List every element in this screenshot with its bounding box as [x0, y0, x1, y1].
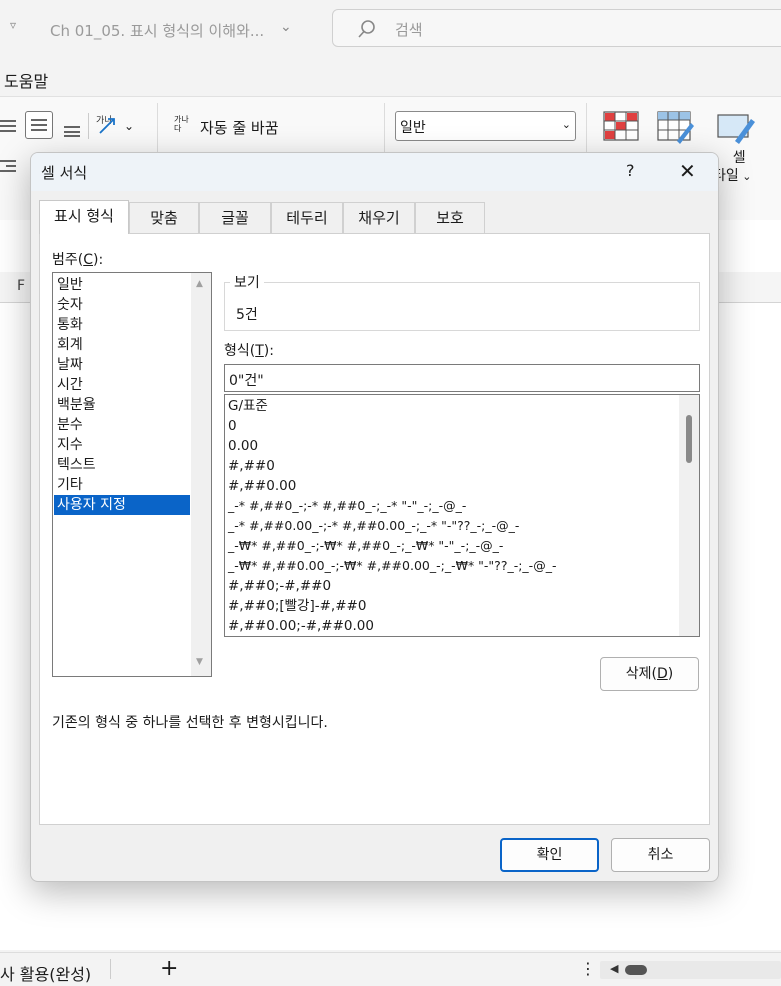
scroll-left-icon[interactable]: ◀: [610, 962, 618, 975]
align-middle-button[interactable]: [25, 111, 53, 139]
format-label-text: 형식(: [224, 343, 256, 359]
close-button[interactable]: ✕: [679, 159, 696, 183]
format-type-value: 0"건": [229, 373, 264, 389]
format-cells-dialog: 셀 서식 ? ✕ 표시 형식 맞춤 글꼴 테두리 채우기 보호 범주(C): 일…: [30, 152, 719, 882]
category-scrollbar[interactable]: ▲ ▼: [191, 273, 211, 676]
ok-button[interactable]: 확인: [500, 838, 599, 872]
scrollbar-thumb[interactable]: [625, 965, 647, 975]
search-input[interactable]: 검색: [332, 9, 781, 47]
search-placeholder: 검색: [395, 21, 423, 39]
chevron-down-icon: ⌄: [561, 118, 571, 131]
search-icon: [357, 19, 377, 43]
dialog-title-bar[interactable]: 셀 서식 ? ✕: [31, 153, 718, 191]
category-item[interactable]: 분수: [54, 415, 190, 435]
format-list-item[interactable]: _-₩* #,##0.00_-;-₩* #,##0.00_-;_-₩* "-"?…: [228, 556, 556, 576]
category-item[interactable]: 통화: [54, 315, 190, 335]
add-sheet-button[interactable]: +: [160, 956, 178, 981]
scrollbar-thumb[interactable]: [686, 415, 692, 463]
wrap-text-icon[interactable]: 가나다: [174, 115, 190, 133]
category-label-end: ):: [93, 252, 104, 268]
tab-number[interactable]: 표시 형식: [39, 200, 129, 234]
tab-font[interactable]: 글꼴: [199, 202, 271, 233]
category-label-key: C: [83, 252, 94, 268]
category-item[interactable]: 시간: [54, 375, 190, 395]
category-item[interactable]: 지수: [54, 435, 190, 455]
more-options-icon[interactable]: ⋮: [580, 959, 596, 978]
document-title[interactable]: Ch 01_05. 표시 형식의 이해와...: [50, 20, 264, 41]
category-item[interactable]: 일반: [54, 275, 190, 295]
wrap-text-icon-text: 가나다: [174, 115, 189, 133]
category-list[interactable]: 일반 숫자 통화 회계 날짜 시간 백분율 분수 지수 텍스트 기타 사용자 지…: [52, 272, 212, 677]
quick-access-dropdown-icon[interactable]: ▿: [10, 18, 16, 32]
align-left-icon[interactable]: [0, 117, 18, 139]
number-format-select[interactable]: 일반 ⌄: [395, 111, 576, 141]
format-as-table-icon[interactable]: [657, 111, 695, 149]
sheet-tab[interactable]: 사 활용(완성): [0, 961, 91, 985]
delete-label-end: ): [667, 666, 674, 682]
format-list-item[interactable]: _-* #,##0.00_-;-* #,##0.00_-;_-* "-"??_-…: [228, 516, 519, 536]
preview-value: 5건: [236, 307, 258, 323]
format-label-key: T: [255, 343, 264, 359]
dialog-title: 셀 서식: [41, 164, 88, 182]
tab-border[interactable]: 테두리: [271, 202, 343, 233]
help-button[interactable]: ?: [626, 161, 635, 180]
category-label-text: 범주(: [52, 252, 84, 268]
number-format-value: 일반: [400, 120, 426, 136]
format-list-item[interactable]: #,##0;[빨강]-#,##0: [228, 596, 366, 616]
format-list-item[interactable]: _-* #,##0_-;-* #,##0_-;_-* "-"_-;_-@_-: [228, 496, 466, 516]
chevron-down-icon: ⌄: [738, 170, 752, 183]
ribbon-divider: [88, 113, 89, 139]
format-list-item[interactable]: #,##0.00;-#,##0.00: [228, 616, 374, 636]
category-item[interactable]: 텍스트: [54, 455, 190, 475]
menu-help[interactable]: 도움말: [4, 68, 48, 92]
delete-label: 삭제(: [625, 666, 657, 682]
tab-divider: [110, 959, 111, 979]
delete-button[interactable]: 삭제(D): [600, 657, 699, 691]
category-item[interactable]: 기타: [54, 475, 190, 495]
cell-styles-label-line1: 셀: [732, 150, 746, 166]
format-list-item[interactable]: #,##0: [228, 456, 275, 476]
format-label-end: ):: [263, 343, 274, 359]
format-list-scrollbar[interactable]: [679, 395, 699, 636]
title-bar: ▿ Ch 01_05. 표시 형식의 이해와... ⌄ 검색: [0, 0, 781, 60]
category-item[interactable]: 회계: [54, 335, 190, 355]
cell-styles-icon[interactable]: [717, 111, 757, 149]
format-type-list[interactable]: G/표준 0 0.00 #,##0 #,##0.00 _-* #,##0_-;-…: [224, 394, 700, 637]
chevron-down-icon[interactable]: ⌄: [280, 19, 292, 35]
preview-label: 보기: [230, 272, 264, 292]
format-list-item[interactable]: 0.00: [228, 436, 258, 456]
format-list-item[interactable]: 0: [228, 416, 237, 436]
number-tab-panel: 범주(C): 일반 숫자 통화 회계 날짜 시간 백분율 분수 지수 텍스트 기…: [39, 233, 710, 825]
category-label: 범주(C):: [52, 249, 103, 269]
preview-group: [224, 282, 700, 331]
cell-styles-label[interactable]: 셀 타일 ⌄: [713, 149, 752, 186]
cancel-button[interactable]: 취소: [611, 838, 710, 872]
orientation-icon[interactable]: 가나: [96, 113, 115, 134]
tab-alignment[interactable]: 맞춤: [129, 202, 199, 233]
conditional-formatting-icon[interactable]: [603, 111, 639, 145]
scroll-down-icon[interactable]: ▼: [196, 657, 203, 667]
wrap-text-label[interactable]: 자동 줄 바꿈: [200, 117, 279, 138]
scroll-up-icon[interactable]: ▲: [196, 279, 203, 289]
sheet-tab-bar: 사 활용(완성) + ⋮ ◀: [0, 952, 781, 986]
orientation-dropdown-icon[interactable]: ⌄: [124, 119, 134, 133]
align-bottom-icon[interactable]: [62, 119, 82, 141]
category-item-selected[interactable]: 사용자 지정: [54, 495, 190, 515]
tab-protection[interactable]: 보호: [415, 202, 485, 233]
tab-fill[interactable]: 채우기: [343, 202, 415, 233]
delete-key: D: [656, 666, 668, 682]
indent-icon[interactable]: [0, 157, 18, 179]
menu-bar: 도움말: [0, 64, 781, 94]
column-header-f[interactable]: F: [17, 278, 25, 294]
format-list-item[interactable]: G/표준: [228, 396, 268, 416]
category-item[interactable]: 백분율: [54, 395, 190, 415]
format-type-label: 형식(T):: [224, 340, 274, 360]
description-text: 기존의 형식 중 하나를 선택한 후 변형시킵니다.: [52, 715, 328, 731]
format-list-item[interactable]: #,##0;-#,##0: [228, 576, 331, 596]
format-list-item[interactable]: _-₩* #,##0_-;-₩* #,##0_-;_-₩* "-"_-;_-@_…: [228, 536, 503, 556]
category-item[interactable]: 날짜: [54, 355, 190, 375]
format-list-item[interactable]: #,##0.00: [228, 476, 296, 496]
format-type-input[interactable]: 0"건": [224, 364, 700, 392]
category-item[interactable]: 숫자: [54, 295, 190, 315]
